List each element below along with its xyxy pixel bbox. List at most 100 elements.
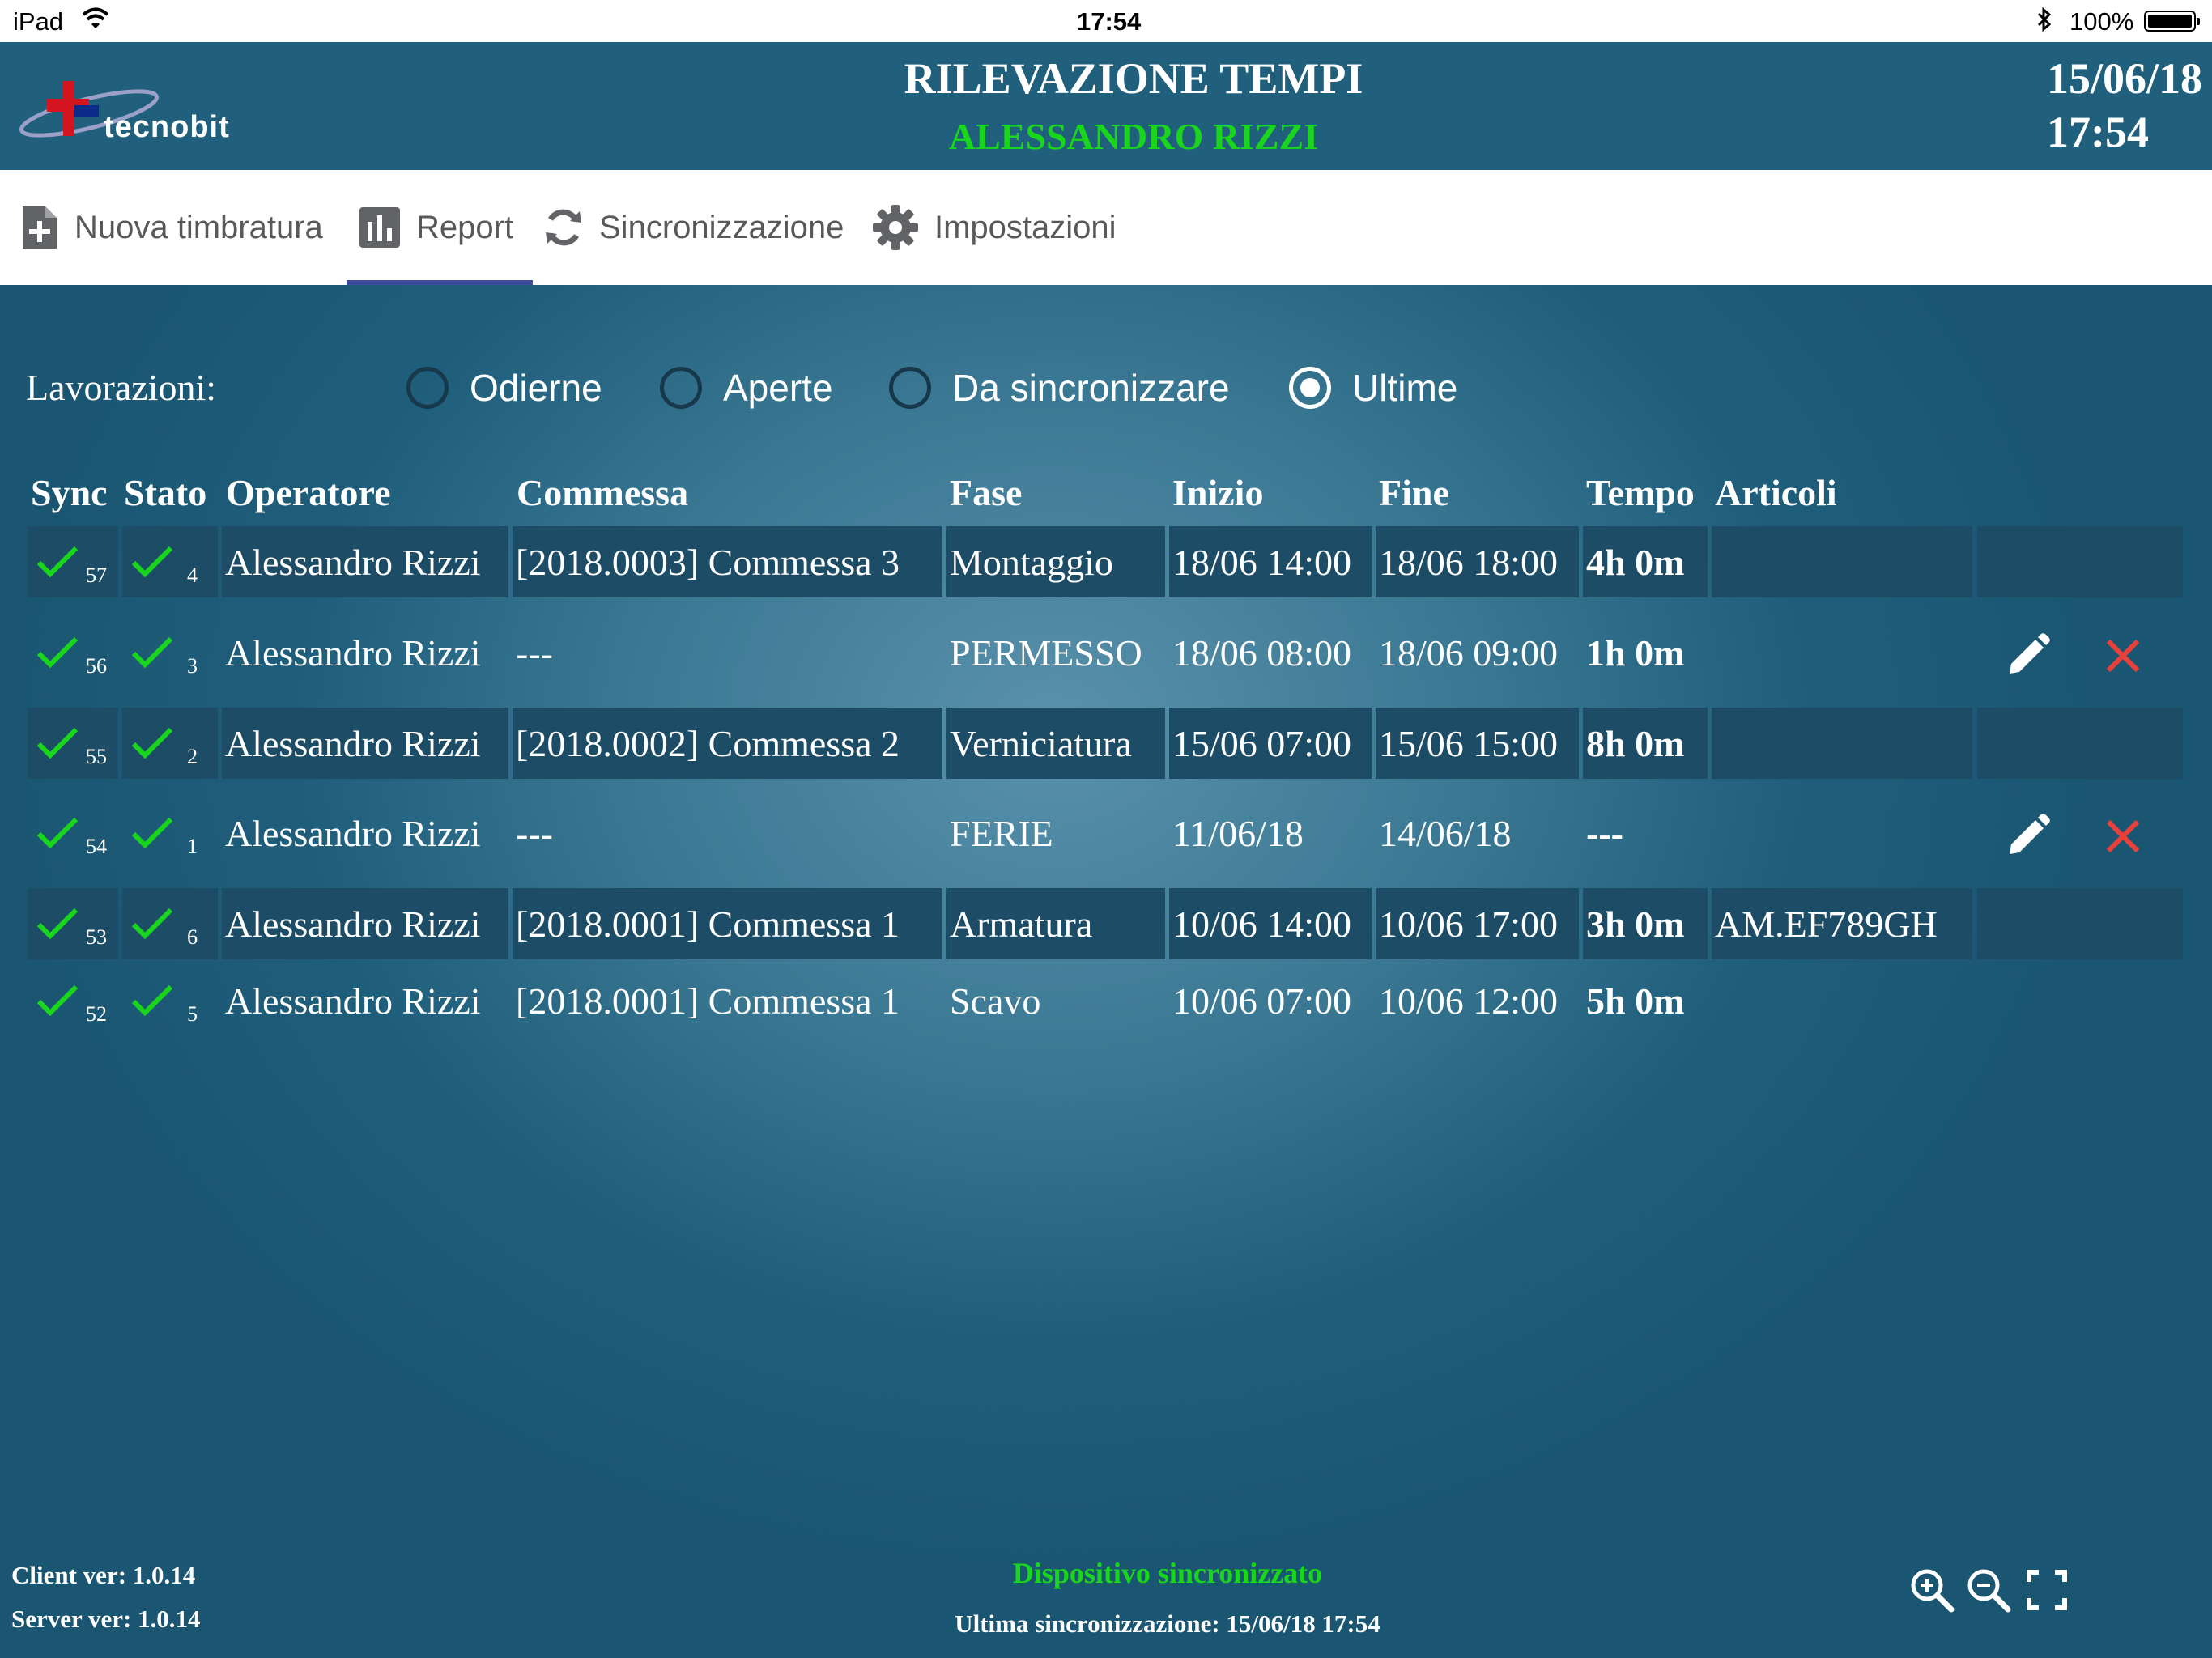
check-icon: [131, 727, 173, 759]
radio-aperte[interactable]: Aperte: [660, 366, 833, 410]
operatore-cell: Alessandro Rizzi: [225, 631, 481, 674]
status-bar: iPad 17:54 100%: [0, 0, 2212, 42]
zoom-in-icon[interactable]: [1908, 1566, 1956, 1614]
column-header-commessa: Commessa: [517, 472, 689, 513]
inizio-cell: 18/06 08:00: [1172, 631, 1352, 674]
radio-ultime[interactable]: Ultime: [1289, 366, 1457, 410]
check-icon: [36, 636, 79, 669]
articoli-cell: [1712, 526, 1972, 597]
bar-chart-icon: [359, 207, 400, 248]
articoli-cell: [1712, 617, 1972, 688]
check-icon: [131, 908, 173, 940]
actions-cell: [1977, 526, 2183, 597]
table-row[interactable]: 55 2 Alessandro Rizzi [2018.0002] Commes…: [0, 708, 2212, 779]
battery-percentage: 100%: [2069, 7, 2134, 36]
current-user: ALESSANDRO RIZZI: [948, 116, 1319, 157]
fine-cell: 18/06 09:00: [1379, 631, 1559, 674]
column-header-operatore: Operatore: [226, 472, 391, 513]
gear-icon: [873, 205, 918, 250]
fase-cell: Armatura: [946, 888, 1165, 959]
table-row[interactable]: 57 4 Alessandro Rizzi [2018.0003] Commes…: [0, 526, 2212, 597]
header-time: 17:54: [2046, 108, 2149, 156]
tempo-cell: 8h 0m: [1583, 708, 1708, 779]
column-header-fine: Fine: [1379, 472, 1449, 513]
commessa-cell: [2018.0002] Commessa 2: [513, 708, 942, 779]
delete-x-icon[interactable]: [2099, 812, 2147, 861]
fullscreen-icon[interactable]: [2023, 1566, 2071, 1614]
stato-number: 5: [187, 1002, 198, 1026]
sync-status: Dispositivo sincronizzato: [1012, 1557, 1323, 1589]
table-row[interactable]: 54 1 Alessandro Rizzi --- FERIE 11/06/18…: [0, 797, 2212, 869]
add-document-icon: [23, 206, 57, 249]
fase-cell: Scavo: [950, 980, 1041, 1022]
inizio-cell: 11/06/18: [1172, 812, 1304, 854]
tab-sincronizzazione[interactable]: Sincronizzazione: [542, 170, 844, 285]
tab-report[interactable]: Report: [358, 170, 513, 285]
radio-da-sincronizzare[interactable]: Da sincronizzare: [889, 366, 1230, 410]
tab-nuova-timbratura[interactable]: Nuova timbratura: [19, 170, 323, 285]
operatore-cell: Alessandro Rizzi: [222, 888, 508, 959]
bluetooth-icon: [2035, 6, 2053, 39]
sync-number: 53: [86, 925, 107, 949]
stato-cell: 6: [122, 888, 218, 959]
check-icon: [131, 546, 173, 578]
check-icon: [131, 984, 173, 1017]
sync-number: 57: [86, 563, 107, 587]
check-icon: [36, 546, 79, 578]
check-icon: [36, 908, 79, 940]
tempo-cell: 5h 0m: [1586, 980, 1685, 1022]
stato-number: 2: [187, 745, 198, 768]
radio-label: Da sincronizzare: [952, 367, 1230, 409]
sync-cell: 56: [28, 617, 118, 688]
zoom-out-icon[interactable]: [1964, 1566, 2013, 1614]
radio-circle: [406, 367, 449, 409]
sync-cell: 52: [28, 965, 118, 1036]
stato-cell: 1: [122, 797, 218, 869]
fase-cell: FERIE: [950, 812, 1053, 854]
commessa-cell: [2018.0001] Commessa 1: [516, 980, 900, 1022]
articoli-cell: AM.EF789GH: [1712, 888, 1972, 959]
actions-cell: [1977, 708, 2183, 779]
sync-cell: 55: [28, 708, 118, 779]
table-row[interactable]: 56 3 Alessandro Rizzi --- PERMESSO 18/06…: [0, 617, 2212, 688]
fine-cell: 10/06 12:00: [1379, 980, 1559, 1022]
column-header-sync: Sync: [31, 472, 108, 513]
tab-impostazioni[interactable]: Impostazioni: [871, 170, 1117, 285]
stato-cell: 5: [122, 965, 218, 1036]
tempo-cell: 1h 0m: [1586, 631, 1685, 674]
commessa-cell: [2018.0001] Commessa 1: [513, 888, 942, 959]
active-tab-indicator: [347, 280, 533, 285]
check-icon: [36, 817, 79, 849]
commessa-cell: [2018.0003] Commessa 3: [513, 526, 942, 597]
tempo-cell: 4h 0m: [1583, 526, 1708, 597]
articoli-cell: [1712, 708, 1972, 779]
check-icon: [131, 636, 173, 669]
edit-pencil-icon[interactable]: [2003, 812, 2052, 861]
stato-number: 4: [187, 563, 198, 587]
radio-circle: [889, 367, 931, 409]
status-time: 17:54: [1077, 7, 1142, 36]
radio-odierne[interactable]: Odierne: [406, 366, 602, 410]
radio-label: Odierne: [470, 367, 602, 409]
tempo-cell: ---: [1586, 812, 1623, 854]
column-header-stato: Stato: [124, 472, 207, 513]
table-row[interactable]: 52 5 Alessandro Rizzi [2018.0001] Commes…: [0, 965, 2212, 1036]
radio-label: Aperte: [723, 367, 833, 409]
stato-cell: 4: [122, 526, 218, 597]
table-row[interactable]: 53 6 Alessandro Rizzi [2018.0001] Commes…: [0, 888, 2212, 959]
check-icon: [131, 817, 173, 849]
tab-label: Report: [416, 209, 514, 245]
battery-icon: [2144, 11, 2200, 32]
header-datetime: 15/06/18 17:54: [2047, 52, 2202, 159]
delete-x-icon[interactable]: [2099, 631, 2147, 680]
column-header-inizio: Inizio: [1172, 472, 1264, 513]
tempo-cell: 3h 0m: [1583, 888, 1708, 959]
column-header-fase: Fase: [950, 472, 1023, 513]
inizio-cell: 10/06 14:00: [1169, 888, 1372, 959]
edit-pencil-icon[interactable]: [2003, 631, 2052, 680]
inizio-cell: 15/06 07:00: [1169, 708, 1372, 779]
articoli-cell: [1712, 965, 1972, 1036]
sync-number: 55: [86, 745, 107, 768]
radio-label: Ultime: [1352, 367, 1458, 409]
device-name: iPad: [13, 7, 64, 36]
